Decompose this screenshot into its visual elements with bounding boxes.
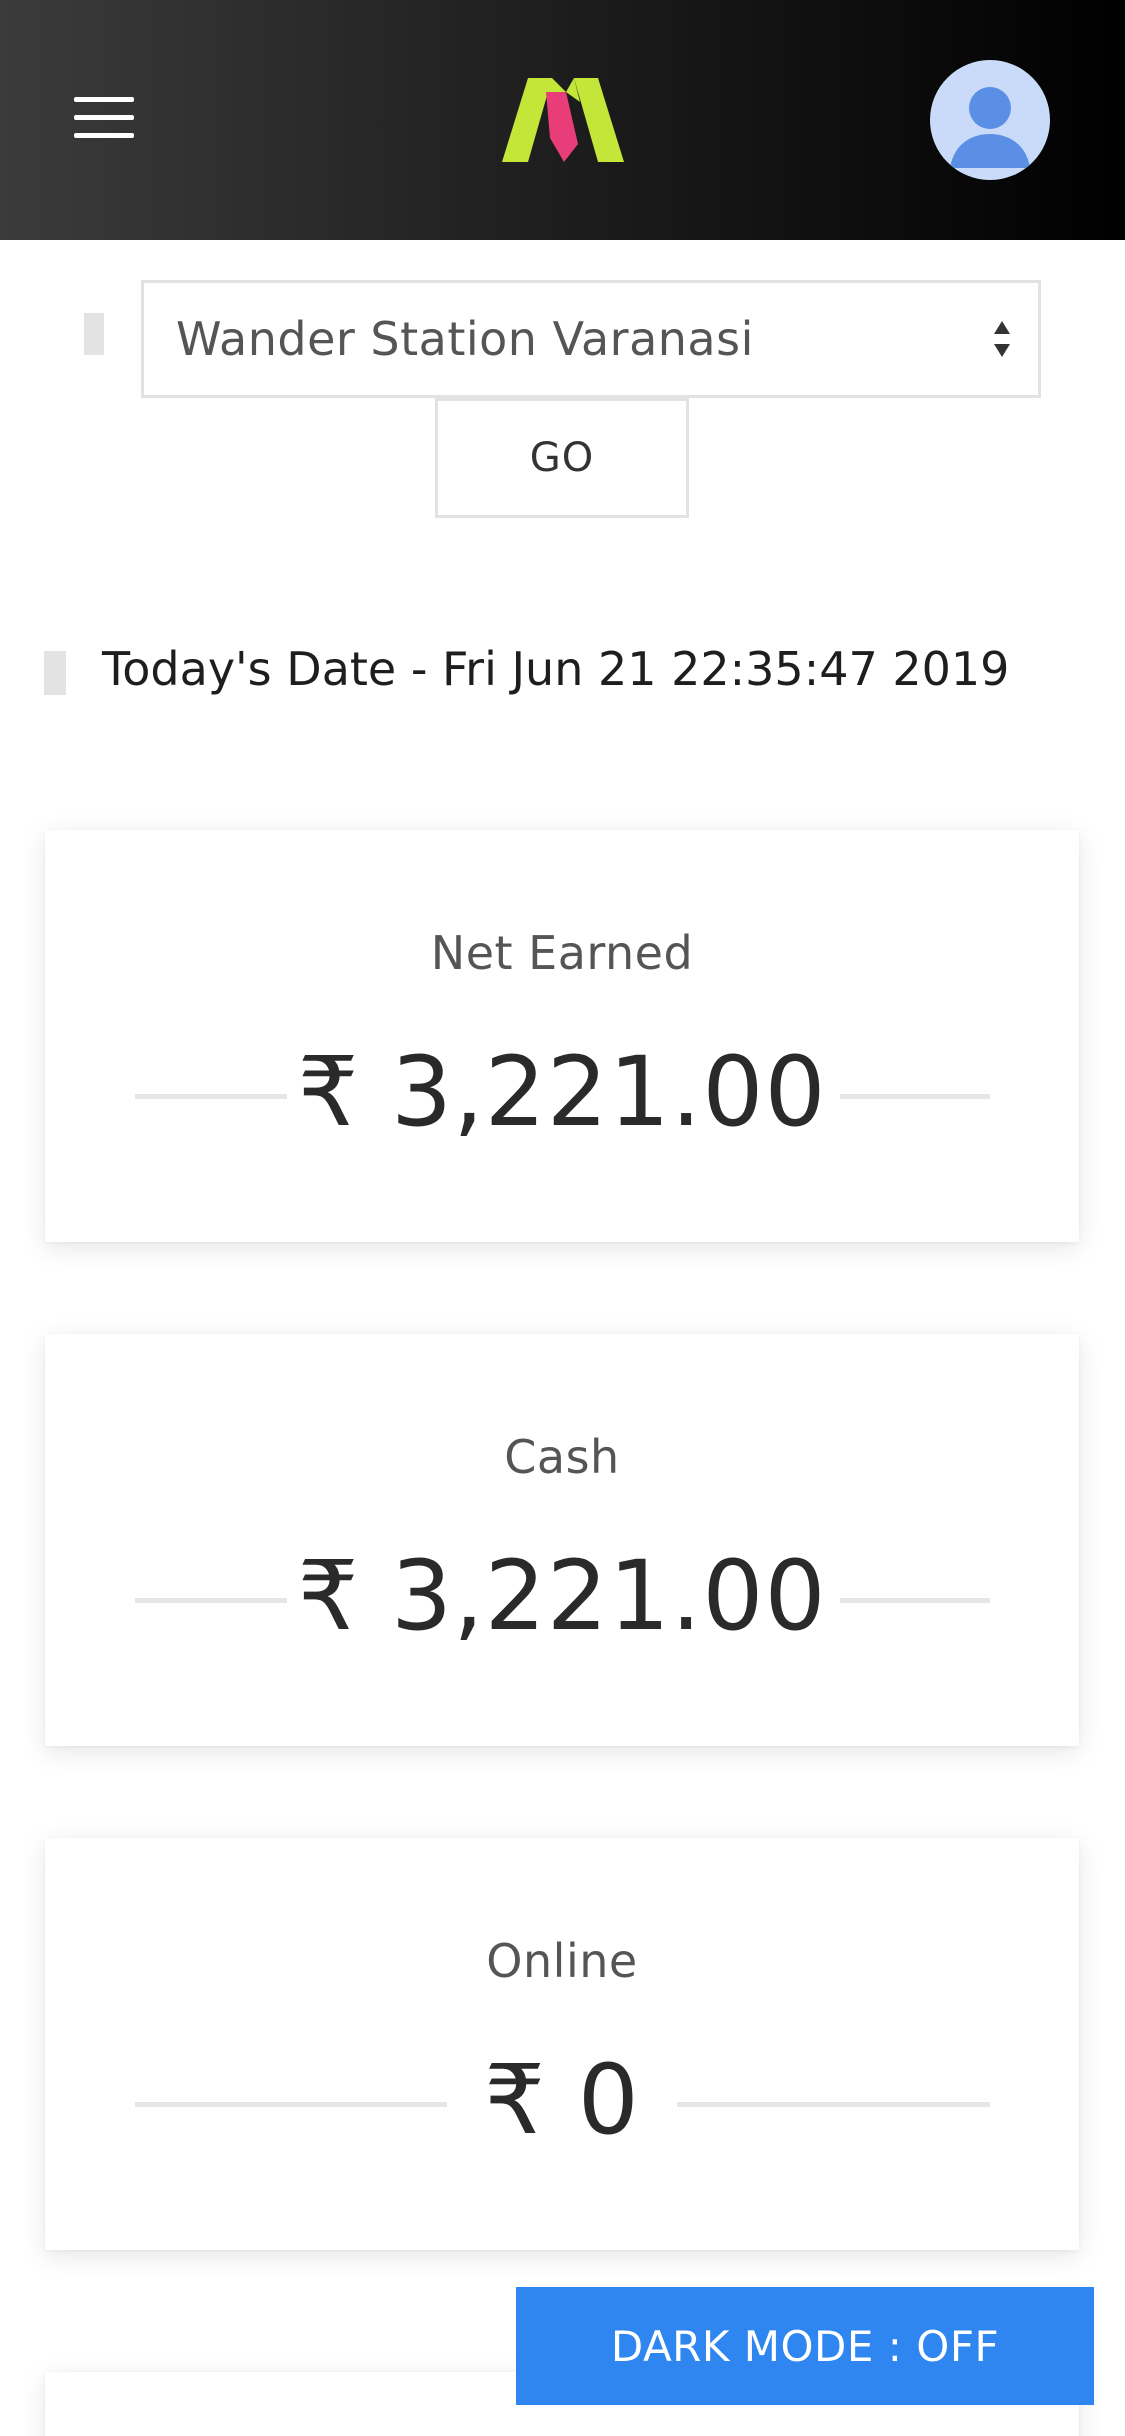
- net-earned-card: Net Earned ₹ 3,221.00: [45, 830, 1079, 1242]
- logo-icon: [502, 78, 624, 162]
- online-card: Online ₹ 0: [45, 1838, 1079, 2250]
- card-label: Net Earned: [430, 926, 694, 980]
- date-marker: [44, 651, 66, 695]
- property-select[interactable]: Wander Station Varanasi: [141, 280, 1041, 398]
- cash-card: Cash ₹ 3,221.00: [45, 1334, 1079, 1746]
- avatar-silhouette: [950, 87, 1030, 168]
- card-value: ₹ 0: [484, 2044, 640, 2156]
- divider-line: [840, 1598, 990, 1603]
- card-label: Cash: [504, 1430, 620, 1484]
- select-marker: [84, 313, 104, 355]
- dark-mode-toggle-button[interactable]: DARK MODE : OFF: [516, 2287, 1094, 2405]
- go-button[interactable]: GO: [435, 398, 689, 518]
- app-logo[interactable]: [502, 78, 624, 162]
- card-value: ₹ 3,221.00: [297, 1036, 827, 1148]
- card-label: Online: [486, 1934, 638, 1988]
- select-arrows-icon: [994, 321, 1010, 357]
- app-header: [0, 0, 1125, 240]
- hamburger-menu-icon[interactable]: [62, 82, 142, 152]
- divider-line: [840, 1094, 990, 1099]
- property-select-value: Wander Station Varanasi: [176, 312, 754, 366]
- todays-date: Today's Date - Fri Jun 21 22:35:47 2019: [102, 642, 1010, 696]
- menu-bar: [74, 132, 134, 138]
- card-value: ₹ 3,221.00: [297, 1540, 827, 1652]
- divider-line: [677, 2102, 990, 2107]
- user-avatar-icon[interactable]: [930, 60, 1050, 180]
- menu-bar: [74, 114, 134, 120]
- menu-bar: [74, 96, 134, 102]
